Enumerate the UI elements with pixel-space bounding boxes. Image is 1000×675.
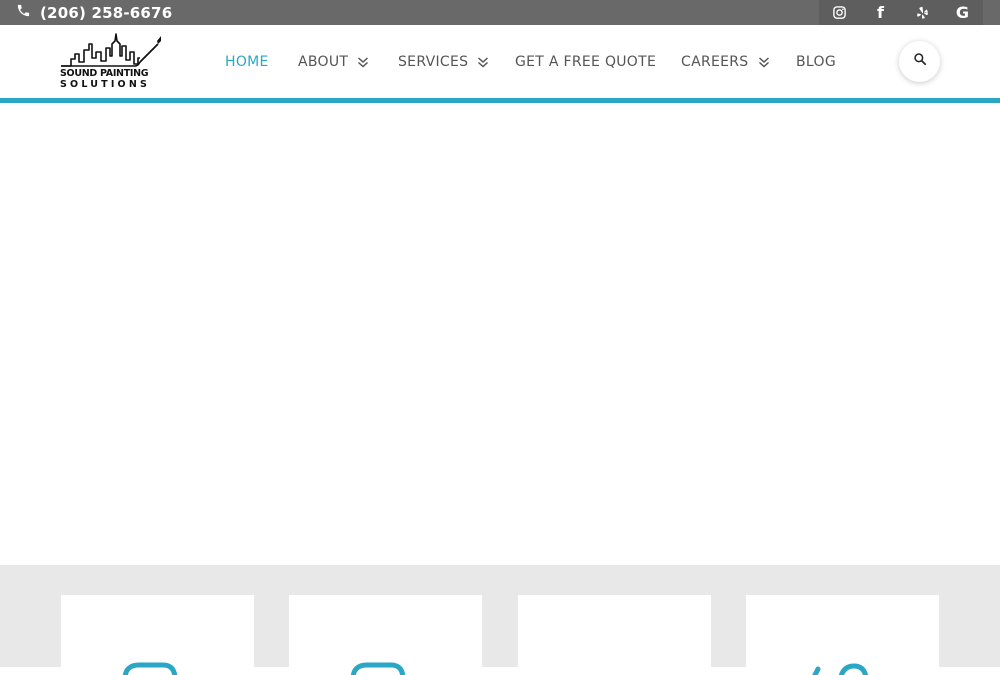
feature-card-icon <box>812 663 869 675</box>
nav-label-careers: CAREERS <box>681 53 749 70</box>
chevron-down-icon <box>357 56 369 68</box>
feature-card <box>289 595 482 675</box>
chevron-down-icon <box>477 56 489 68</box>
facebook-icon[interactable]: f <box>866 0 896 25</box>
nav-label-about: ABOUT <box>298 53 349 70</box>
feature-card <box>518 595 711 675</box>
nav-item-about[interactable]: ABOUT <box>298 25 369 98</box>
nav-item-blog[interactable]: BLOG <box>796 25 836 98</box>
nav-label-free-quote: GET A FREE QUOTE <box>515 53 657 70</box>
nav-item-home[interactable]: HOME <box>225 25 269 98</box>
feature-card-icon <box>122 662 178 675</box>
yelp-icon[interactable] <box>907 0 937 25</box>
search-button[interactable] <box>899 41 940 82</box>
phone-link[interactable]: (206) 258-6676 <box>16 0 172 25</box>
facebook-glyph: f <box>877 2 884 22</box>
nav-item-careers[interactable]: CAREERS <box>681 25 770 98</box>
social-links: f G <box>819 0 983 25</box>
nav-item-free-quote[interactable]: GET A FREE QUOTE <box>515 25 656 98</box>
hero-section <box>0 103 1000 565</box>
feature-card-icon <box>350 662 406 675</box>
chevron-down-icon <box>758 56 770 68</box>
features-section <box>0 565 1000 675</box>
search-icon <box>913 52 927 71</box>
google-glyph: G <box>955 2 970 22</box>
nav-label-blog: BLOG <box>796 53 836 70</box>
feature-card <box>746 595 939 675</box>
nav-item-services[interactable]: SERVICES <box>398 25 489 98</box>
main-nav: HOME ABOUT SERVICES GET A FREE QUOTE CAR… <box>0 25 1000 98</box>
nav-label-services: SERVICES <box>398 53 469 70</box>
phone-icon <box>16 3 31 23</box>
nav-label-home: HOME <box>225 53 269 70</box>
feature-card <box>61 595 254 675</box>
instagram-icon[interactable] <box>825 0 855 25</box>
google-icon[interactable]: G <box>948 0 978 25</box>
top-bar: (206) 258-6676 f G <box>0 0 1000 25</box>
phone-number: (206) 258-6676 <box>40 3 173 22</box>
